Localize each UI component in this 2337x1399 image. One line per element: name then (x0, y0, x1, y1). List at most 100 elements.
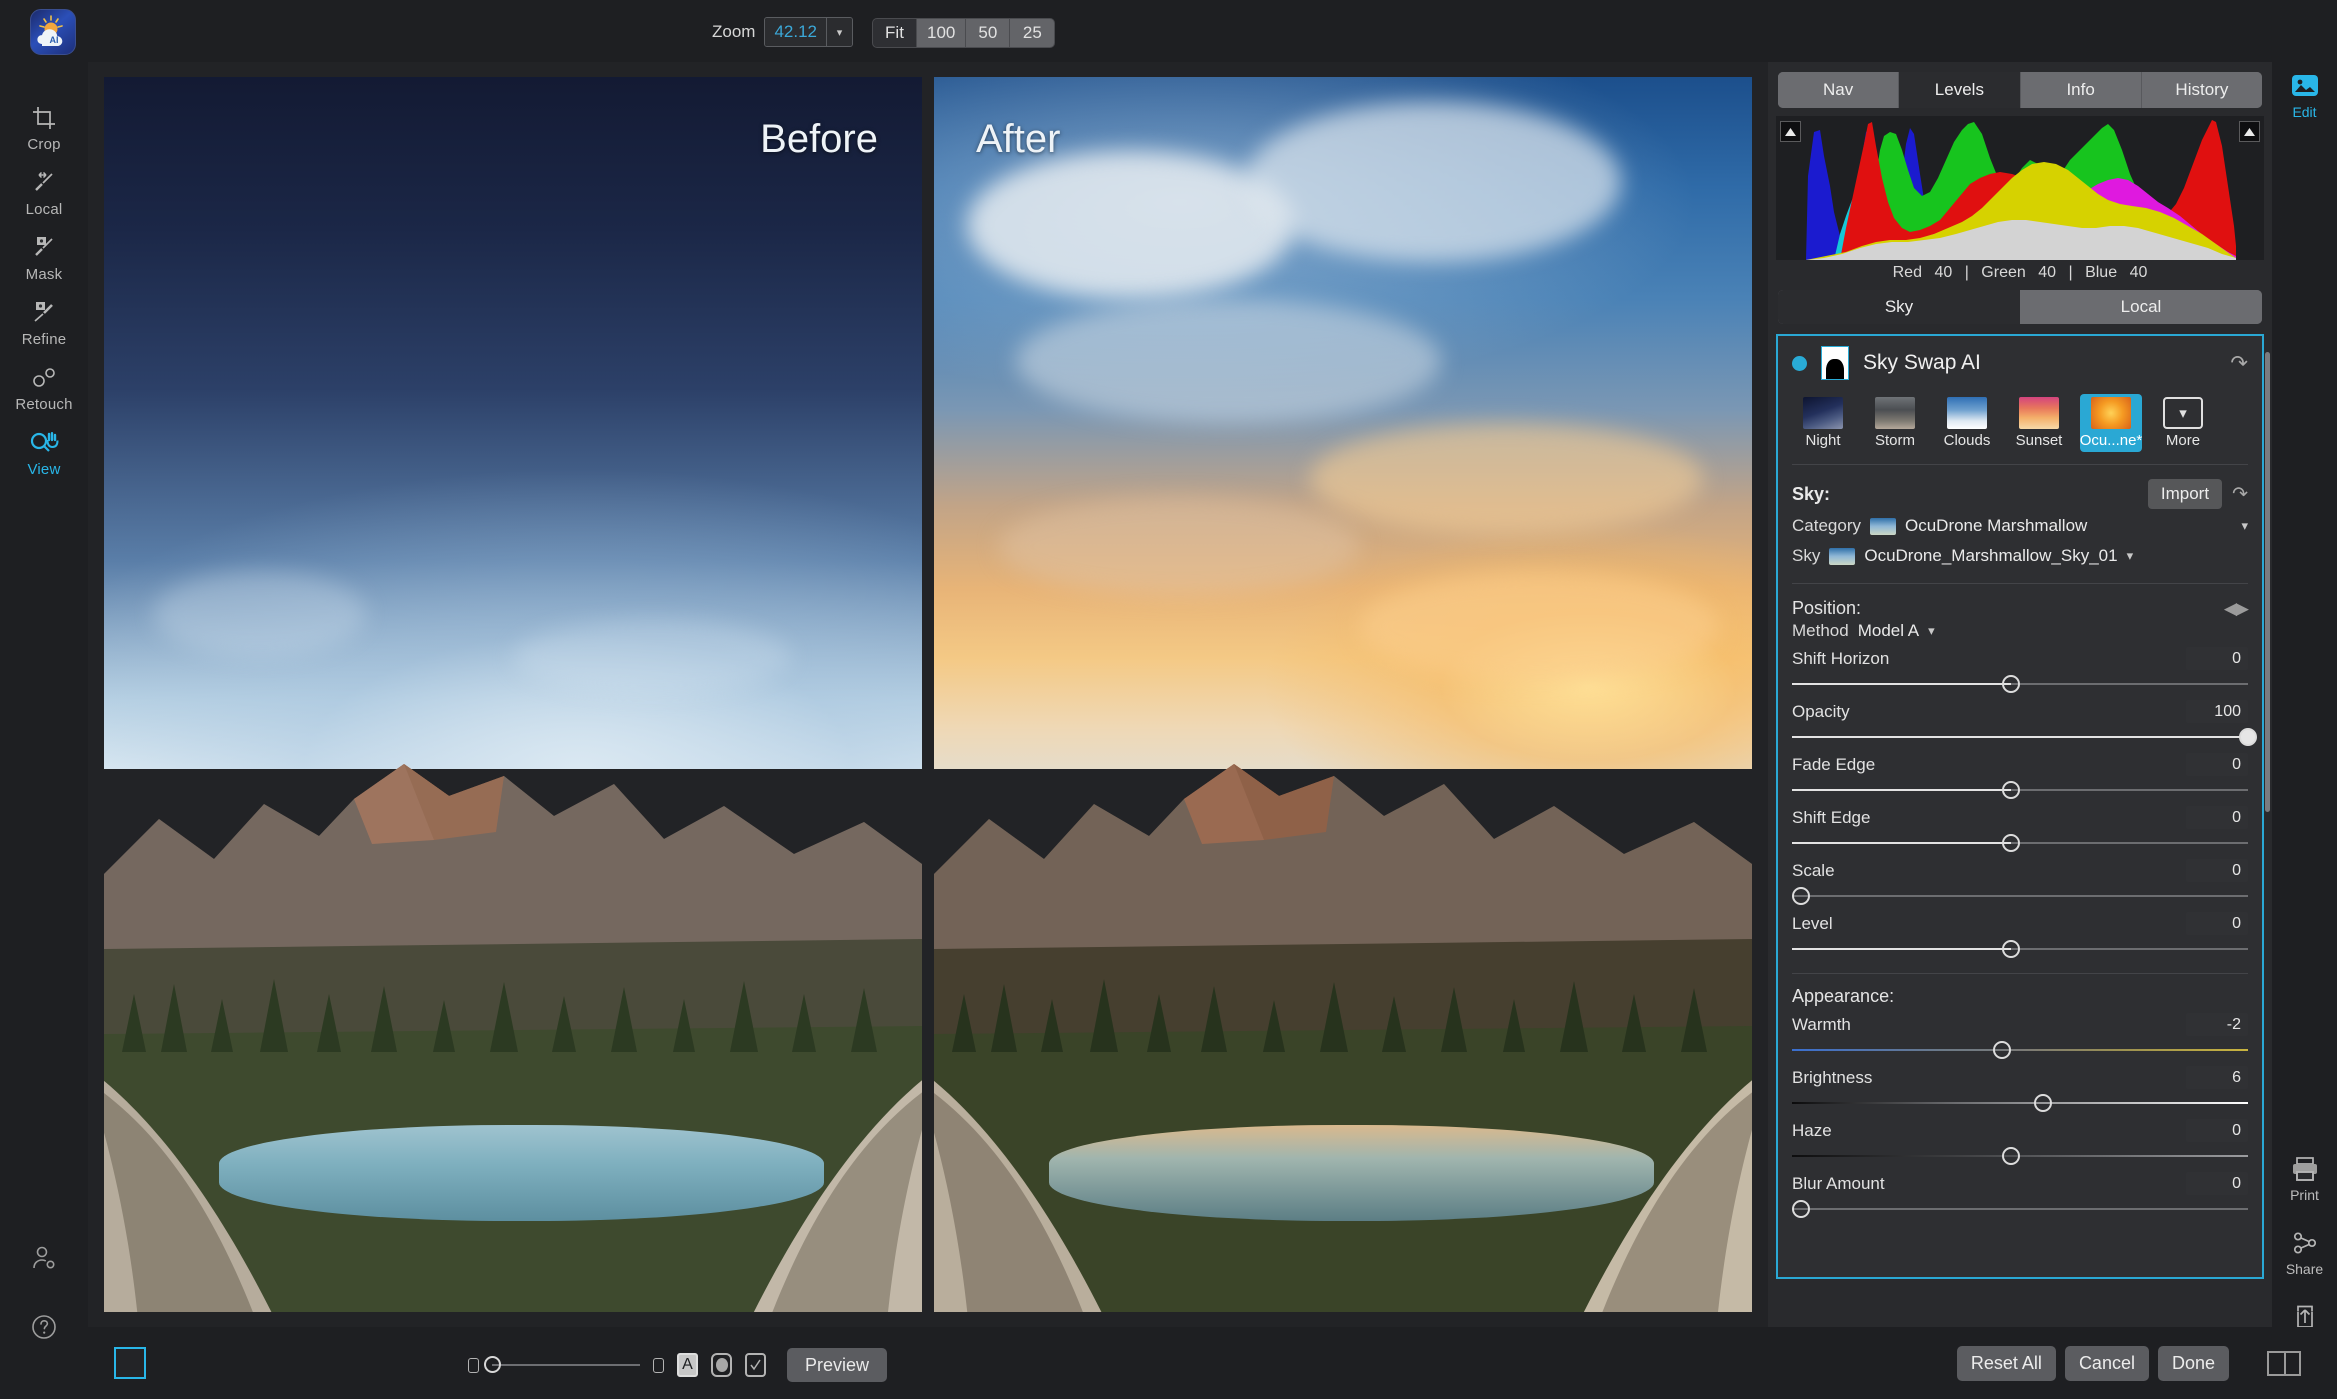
panel-scrollbar[interactable] (2265, 352, 2270, 812)
slider-thumb[interactable] (2002, 781, 2020, 799)
rail-item-share[interactable]: Share (2272, 1229, 2337, 1277)
preset-more-button[interactable]: ▾ More (2152, 394, 2214, 452)
zoom-100-button[interactable]: 100 (917, 19, 966, 47)
rail-item-edit[interactable]: Edit (2272, 72, 2337, 120)
tab-info[interactable]: Info (2021, 72, 2142, 108)
zoom-input[interactable]: 42.12 (765, 18, 826, 46)
zoom-25-button[interactable]: 25 (1010, 19, 1054, 47)
slider-value[interactable]: 0 (2186, 647, 2248, 670)
refine-brush-icon (30, 298, 58, 328)
small-square-icon[interactable] (468, 1358, 479, 1373)
preset-storm[interactable]: Storm (1864, 394, 1926, 452)
slider-thumb[interactable] (2002, 675, 2020, 693)
tab-nav[interactable]: Nav (1778, 72, 1899, 108)
app-logo[interactable]: AI (30, 9, 76, 55)
slider-value[interactable]: 0 (2186, 859, 2248, 882)
sky-source-section: Sky: Import ↷ Category OcuDrone Marshmal… (1778, 465, 2262, 571)
before-image-pane[interactable]: Before (104, 77, 922, 1312)
sky-select-row[interactable]: Sky OcuDrone_Marshmallow_Sky_01 ▾ (1792, 541, 2248, 571)
slider-level[interactable]: Level 0 (1778, 908, 2262, 961)
slider-value[interactable]: 6 (2186, 1066, 2248, 1089)
slider-shift-edge[interactable]: Shift Edge 0 (1778, 802, 2262, 855)
color-swatch-button[interactable] (114, 1347, 146, 1379)
rail-item-print[interactable]: Print (2272, 1155, 2337, 1203)
sidebar-item-crop[interactable]: Crop (0, 94, 88, 159)
slider-thumb[interactable] (2239, 728, 2257, 746)
slider-blur-amount[interactable]: Blur Amount 0 (1778, 1168, 2262, 1221)
text-overlay-a-icon[interactable]: A (677, 1353, 698, 1377)
tab-sky[interactable]: Sky (1778, 290, 2020, 324)
slider-thumb[interactable] (2002, 940, 2020, 958)
preview-button[interactable]: Preview (787, 1348, 887, 1382)
reset-all-button[interactable]: Reset All (1957, 1346, 2056, 1381)
chevron-down-icon[interactable]: ▾ (1928, 623, 1935, 639)
chevron-down-icon[interactable]: ▾ (2127, 548, 2134, 564)
slider-haze[interactable]: Haze 0 (1778, 1115, 2262, 1168)
split-view-icon[interactable] (2267, 1351, 2301, 1376)
slider-fade-edge[interactable]: Fade Edge 0 (1778, 749, 2262, 802)
slider-opacity[interactable]: Opacity 100 (1778, 696, 2262, 749)
slider-thumb[interactable] (2034, 1094, 2052, 1112)
sidebar-item-view[interactable]: View (0, 419, 88, 484)
preset-ocudrone[interactable]: Ocu...ne* (2080, 394, 2142, 452)
zoom-fit-button[interactable]: Fit (873, 19, 917, 47)
clipping-triangle-icon[interactable] (1780, 121, 1801, 142)
done-button[interactable]: Done (2158, 1346, 2229, 1381)
slider-value[interactable]: -2 (2186, 1013, 2248, 1036)
slider-brightness[interactable]: Brightness 6 (1778, 1062, 2262, 1115)
sidebar-item-mask[interactable]: Mask (0, 224, 88, 289)
square-outline-icon[interactable] (653, 1358, 664, 1373)
zoom-50-button[interactable]: 50 (966, 19, 1010, 47)
tab-local[interactable]: Local (2020, 290, 2262, 324)
method-row[interactable]: Method Model A ▾ (1778, 621, 2262, 643)
zoom-input-box[interactable]: 42.12 ▾ (764, 17, 853, 47)
image-canvas[interactable]: Before (88, 62, 1768, 1327)
layer-enabled-dot[interactable] (1792, 356, 1807, 371)
clipping-triangle-icon[interactable] (2239, 121, 2260, 142)
circle-filled-icon[interactable] (711, 1353, 732, 1377)
after-image-pane[interactable]: After (934, 77, 1752, 1312)
sidebar-item-local[interactable]: Local (0, 159, 88, 224)
layer-mask-thumbnail[interactable] (1821, 346, 1849, 380)
slider-value[interactable]: 0 (2186, 753, 2248, 776)
slider-scale[interactable]: Scale 0 (1778, 855, 2262, 908)
slider-label: Shift Horizon (1792, 649, 2186, 669)
slider-thumb[interactable] (1792, 1200, 1810, 1218)
slider-thumb[interactable] (1993, 1041, 2011, 1059)
clouds-sky-thumb (1947, 397, 1987, 429)
left-right-arrows-icon[interactable]: ◀▶ (2224, 599, 2248, 619)
tab-levels[interactable]: Levels (1899, 72, 2020, 108)
tab-history[interactable]: History (2142, 72, 2262, 108)
slider-value[interactable]: 0 (2186, 912, 2248, 935)
slider-value[interactable]: 0 (2186, 806, 2248, 829)
layer-header[interactable]: Sky Swap AI ↷ (1778, 336, 2262, 390)
slider-shift-horizon[interactable]: Shift Horizon 0 (1778, 643, 2262, 696)
sidebar-item-refine[interactable]: Refine (0, 289, 88, 354)
preset-night[interactable]: Night (1792, 394, 1854, 452)
help-question-icon[interactable] (29, 1312, 59, 1347)
slider-warmth[interactable]: Warmth -2 (1778, 1009, 2262, 1062)
user-settings-icon[interactable] (29, 1243, 59, 1278)
slider-thumb[interactable] (484, 1356, 501, 1373)
slider-value[interactable]: 0 (2186, 1172, 2248, 1195)
chevron-down-icon[interactable]: ▾ (2241, 518, 2248, 534)
revert-arrow-icon[interactable]: ↷ (2230, 351, 2248, 376)
import-sky-button[interactable]: Import (2148, 479, 2222, 509)
checkmark-box-icon[interactable] (745, 1353, 766, 1377)
opacity-slider[interactable] (492, 1364, 640, 1366)
preset-sunset[interactable]: Sunset (2008, 394, 2070, 452)
slider-value[interactable]: 0 (2186, 1119, 2248, 1142)
sky-category-row[interactable]: Category OcuDrone Marshmallow ▾ (1792, 511, 2248, 541)
slider-thumb[interactable] (1792, 887, 1810, 905)
sidebar-item-retouch[interactable]: Retouch (0, 354, 88, 419)
slider-thumb[interactable] (2002, 834, 2020, 852)
slider-value[interactable]: 100 (2186, 700, 2248, 723)
slider-thumb[interactable] (2002, 1147, 2020, 1165)
slider-label: Shift Edge (1792, 808, 2186, 828)
chevron-down-icon[interactable]: ▾ (826, 18, 852, 46)
right-panel: Nav Levels Info History (1768, 62, 2272, 1327)
cancel-button[interactable]: Cancel (2065, 1346, 2149, 1381)
revert-arrow-icon[interactable]: ↷ (2232, 483, 2248, 506)
retouch-clone-icon (29, 363, 59, 393)
preset-clouds[interactable]: Clouds (1936, 394, 1998, 452)
